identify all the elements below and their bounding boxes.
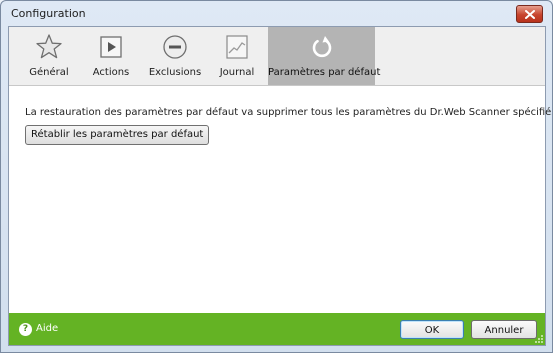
tab-general-label: Général <box>29 67 69 78</box>
tab-default-settings-label: Paramètres par défaut <box>268 67 381 78</box>
minus-circle-icon <box>163 35 187 59</box>
ok-button[interactable]: OK <box>400 320 464 339</box>
restore-defaults-button[interactable]: Rétablir les paramètres par défaut <box>25 125 210 145</box>
tab-actions-label: Actions <box>92 67 130 78</box>
log-chart-icon <box>226 35 248 59</box>
dialog-body: Général Actions Exclusions Journal Param… <box>8 26 552 346</box>
help-link[interactable]: Aide <box>36 323 58 334</box>
tab-journal-label: Journal <box>219 67 255 78</box>
resize-grip-icon[interactable] <box>534 334 544 344</box>
title-bar[interactable]: Configuration <box>1 1 552 27</box>
reset-warning-text: La restauration des paramètres par défau… <box>25 107 553 118</box>
tab-exclusions-label: Exclusions <box>148 67 202 78</box>
tab-actions[interactable]: Actions <box>87 27 135 85</box>
window-title: Configuration <box>11 7 86 20</box>
tab-exclusions[interactable]: Exclusions <box>145 27 205 85</box>
default-settings-panel: La restauration des paramètres par défau… <box>9 86 552 313</box>
tab-general[interactable]: Général <box>13 27 85 85</box>
close-button[interactable] <box>516 5 543 23</box>
tab-journal[interactable]: Journal <box>213 27 261 85</box>
play-icon <box>100 36 122 58</box>
settings-toolbar: Général Actions Exclusions Journal Param… <box>9 27 545 86</box>
reset-arrow-icon <box>312 36 331 58</box>
tab-default-settings[interactable]: Paramètres par défaut <box>268 27 381 85</box>
star-icon <box>36 34 62 59</box>
configuration-window: Configuration Général Actions Exclusions… <box>0 0 553 353</box>
cancel-button[interactable]: Annuler <box>471 320 537 339</box>
close-icon <box>524 9 535 19</box>
dialog-footer: ? Aide OK Annuler <box>9 313 545 345</box>
help-icon[interactable]: ? <box>19 323 32 336</box>
